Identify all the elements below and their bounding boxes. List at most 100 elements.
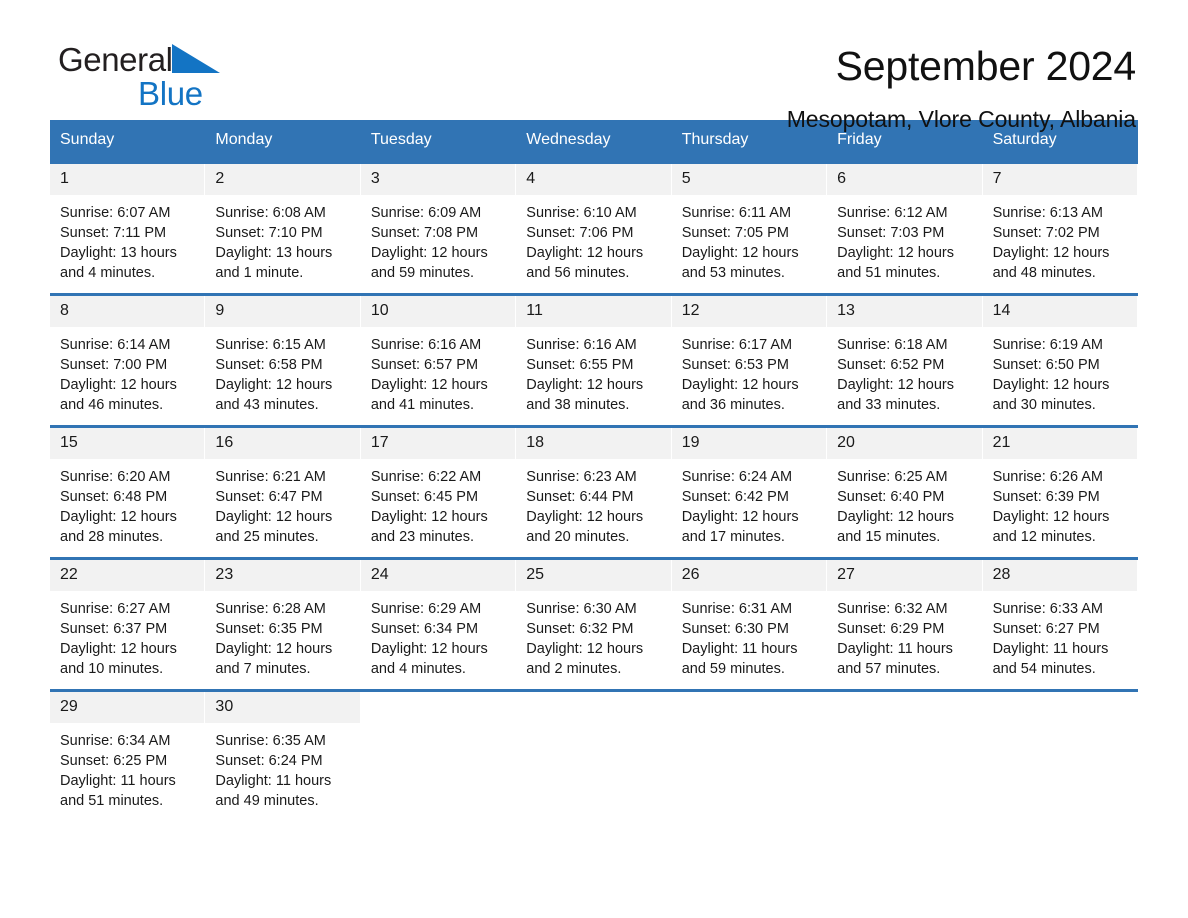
daylight-text-line2: and 51 minutes.	[60, 793, 164, 809]
day-cell[interactable]: 27 Sunrise: 6:32 AM Sunset: 6:29 PM Dayligh…	[827, 560, 983, 689]
weekday-header-thursday: Thursday	[681, 131, 749, 148]
day-number	[982, 692, 1138, 723]
page-header: General Blue September 2024 Mesopotam, V…	[50, 0, 1138, 133]
day-cell[interactable]: 17 Sunrise: 6:22 AM Sunset: 6:45 PM Dayligh…	[360, 428, 517, 557]
daylight-text-line2: and 49 minutes.	[215, 793, 319, 809]
day-number: 19	[671, 428, 828, 459]
day-number: 11	[516, 296, 672, 327]
sunrise-text: Sunrise: 6:17 AM	[681, 337, 793, 353]
general-blue-logo[interactable]: General Blue	[50, 42, 310, 122]
day-cell[interactable]: 16 Sunrise: 6:21 AM Sunset: 6:47 PM Dayligh…	[205, 428, 361, 557]
day-number: 16	[205, 428, 361, 459]
sunrise-text: Sunrise: 6:35 AM	[215, 733, 326, 749]
daylight-text-line1: Daylight: 12 hours	[837, 377, 955, 393]
daylight-text-line2: and 17 minutes.	[681, 529, 785, 545]
daylight-text-line1: Daylight: 12 hours	[992, 509, 1110, 525]
daylight-text-line1: Daylight: 11 hours	[60, 773, 176, 789]
day-cell[interactable]: 24 Sunrise: 6:29 AM Sunset: 6:34 PM Dayligh…	[360, 560, 517, 689]
day-cell[interactable]: 29 Sunrise: 6:34 AM Sunset: 6:25 PM Dayligh…	[50, 692, 206, 821]
daylight-text-line1: Daylight: 12 hours	[526, 641, 644, 657]
day-cell[interactable]: 30 Sunrise: 6:35 AM Sunset: 6:24 PM Dayligh…	[205, 692, 361, 821]
daylight-text-line2: and 15 minutes.	[837, 529, 941, 545]
day-cell[interactable]: 14 Sunrise: 6:19 AM Sunset: 6:50 PM Dayligh…	[982, 296, 1138, 425]
calendar-week-row: 29 Sunrise: 6:34 AM Sunset: 6:25 PM Dayligh…	[50, 689, 1138, 821]
weekday-header-tuesday: Tuesday	[370, 131, 432, 148]
day-details: Sunrise: 6:34 AM Sunset: 6:25 PM Daylight:…	[50, 723, 205, 811]
day-cell[interactable]: 12 Sunrise: 6:17 AM Sunset: 6:53 PM Dayligh…	[671, 296, 828, 425]
sunrise-text: Sunrise: 6:25 AM	[837, 469, 948, 485]
daylight-text-line2: and 10 minutes.	[60, 661, 164, 677]
sunrise-text: Sunrise: 6:15 AM	[215, 337, 326, 353]
day-cell[interactable]: 8 Sunrise: 6:14 AM Sunset: 7:00 PM Daylight…	[50, 296, 206, 425]
day-cell[interactable]: 26 Sunrise: 6:31 AM Sunset: 6:30 PM Dayligh…	[671, 560, 828, 689]
daylight-text-line1: Daylight: 12 hours	[992, 245, 1110, 261]
weekday-header-wednesday: Wednesday	[526, 131, 611, 148]
sunset-text: Sunset: 7:11 PM	[60, 225, 167, 241]
day-details: Sunrise: 6:22 AM Sunset: 6:45 PM Daylight:…	[361, 459, 516, 547]
daylight-text-line1: Daylight: 12 hours	[526, 245, 644, 261]
day-cell[interactable]: 19 Sunrise: 6:24 AM Sunset: 6:42 PM Dayligh…	[671, 428, 828, 557]
sunset-text: Sunset: 6:44 PM	[526, 489, 634, 505]
calendar-week-row: 15 Sunrise: 6:20 AM Sunset: 6:48 PM Dayligh…	[50, 425, 1138, 557]
day-details: Sunrise: 6:11 AM Sunset: 7:05 PM Daylight:…	[672, 195, 827, 283]
day-details: Sunrise: 6:20 AM Sunset: 6:48 PM Daylight:…	[50, 459, 205, 547]
sunrise-sunset-calendar: Sunday Monday Tuesday Wednesday Thursday Frid…	[50, 120, 1138, 821]
day-number	[827, 692, 983, 723]
weekday-header-monday: Monday	[215, 131, 273, 148]
day-number: 18	[516, 428, 672, 459]
sunset-text: Sunset: 7:05 PM	[681, 225, 789, 241]
day-cell[interactable]: 22 Sunrise: 6:27 AM Sunset: 6:37 PM Dayligh…	[50, 560, 206, 689]
day-number: 1	[50, 164, 206, 195]
daylight-text-line1: Daylight: 13 hours	[60, 245, 177, 261]
day-cell[interactable]: 21 Sunrise: 6:26 AM Sunset: 6:39 PM Dayligh…	[982, 428, 1138, 557]
day-cell[interactable]: 1 Sunrise: 6:07 AM Sunset: 7:11 PM Daylight…	[50, 164, 206, 293]
day-cell[interactable]: 10 Sunrise: 6:16 AM Sunset: 6:57 PM Dayligh…	[360, 296, 517, 425]
day-number: 21	[982, 428, 1138, 459]
day-details: Sunrise: 6:27 AM Sunset: 6:37 PM Daylight:…	[50, 591, 205, 679]
day-cell[interactable]: 3 Sunrise: 6:09 AM Sunset: 7:08 PM Daylight…	[360, 164, 517, 293]
day-number: 4	[516, 164, 672, 195]
daylight-text-line2: and 7 minutes.	[215, 661, 311, 677]
daylight-text-line2: and 41 minutes.	[370, 397, 475, 413]
daylight-text-line1: Daylight: 12 hours	[526, 509, 644, 525]
daylight-text-line1: Daylight: 12 hours	[370, 641, 488, 657]
day-cell[interactable]: 6 Sunrise: 6:12 AM Sunset: 7:03 PM Daylight…	[827, 164, 983, 293]
day-cell-empty	[360, 692, 517, 821]
day-cell[interactable]: 23 Sunrise: 6:28 AM Sunset: 6:35 PM Dayligh…	[205, 560, 361, 689]
daylight-text-line2: and 25 minutes.	[215, 529, 319, 545]
day-number: 15	[50, 428, 206, 459]
day-details: Sunrise: 6:30 AM Sunset: 6:32 PM Daylight:…	[516, 591, 671, 679]
sunrise-text: Sunrise: 6:22 AM	[370, 469, 482, 485]
sunrise-text: Sunrise: 6:18 AM	[837, 337, 948, 353]
day-cell[interactable]: 25 Sunrise: 6:30 AM Sunset: 6:32 PM Dayligh…	[516, 560, 672, 689]
day-number: 6	[827, 164, 983, 195]
sunset-text: Sunset: 6:32 PM	[526, 621, 634, 637]
sunset-text: Sunset: 6:29 PM	[837, 621, 945, 637]
day-cell[interactable]: 15 Sunrise: 6:20 AM Sunset: 6:48 PM Dayligh…	[50, 428, 206, 557]
calendar-page: General Blue September 2024 Mesopotam, V…	[0, 0, 1188, 918]
daylight-text-line1: Daylight: 12 hours	[60, 641, 177, 657]
day-cell[interactable]: 13 Sunrise: 6:18 AM Sunset: 6:52 PM Dayligh…	[827, 296, 983, 425]
daylight-text-line1: Daylight: 12 hours	[60, 509, 177, 525]
day-details: Sunrise: 6:12 AM Sunset: 7:03 PM Daylight:…	[827, 195, 982, 283]
sunrise-text: Sunrise: 6:07 AM	[60, 205, 171, 221]
day-cell-empty	[982, 692, 1138, 821]
day-cell[interactable]: 28 Sunrise: 6:33 AM Sunset: 6:27 PM Dayligh…	[982, 560, 1138, 689]
daylight-text-line1: Daylight: 12 hours	[992, 377, 1110, 393]
day-cell[interactable]: 2 Sunrise: 6:08 AM Sunset: 7:10 PM Daylight…	[205, 164, 361, 293]
day-cell[interactable]: 7 Sunrise: 6:13 AM Sunset: 7:02 PM Daylight…	[982, 164, 1138, 293]
sunrise-text: Sunrise: 6:34 AM	[60, 733, 171, 749]
day-cell[interactable]: 18 Sunrise: 6:23 AM Sunset: 6:44 PM Dayligh…	[516, 428, 672, 557]
day-cell[interactable]: 4 Sunrise: 6:10 AM Sunset: 7:06 PM Daylight…	[516, 164, 672, 293]
day-cell[interactable]: 5 Sunrise: 6:11 AM Sunset: 7:05 PM Daylight…	[671, 164, 828, 293]
day-details: Sunrise: 6:10 AM Sunset: 7:06 PM Daylight:…	[516, 195, 671, 283]
day-cell[interactable]: 11 Sunrise: 6:16 AM Sunset: 6:55 PM Dayligh…	[516, 296, 672, 425]
sunset-text: Sunset: 7:03 PM	[837, 225, 945, 241]
sunrise-text: Sunrise: 6:29 AM	[370, 601, 482, 617]
sunset-text: Sunset: 7:02 PM	[992, 225, 1100, 241]
day-cell[interactable]: 9 Sunrise: 6:15 AM Sunset: 6:58 PM Daylight…	[205, 296, 361, 425]
day-cell[interactable]: 20 Sunrise: 6:25 AM Sunset: 6:40 PM Dayligh…	[827, 428, 983, 557]
sunset-text: Sunset: 6:58 PM	[215, 357, 323, 373]
sunset-text: Sunset: 6:53 PM	[681, 357, 789, 373]
daylight-text-line2: and 33 minutes.	[837, 397, 941, 413]
